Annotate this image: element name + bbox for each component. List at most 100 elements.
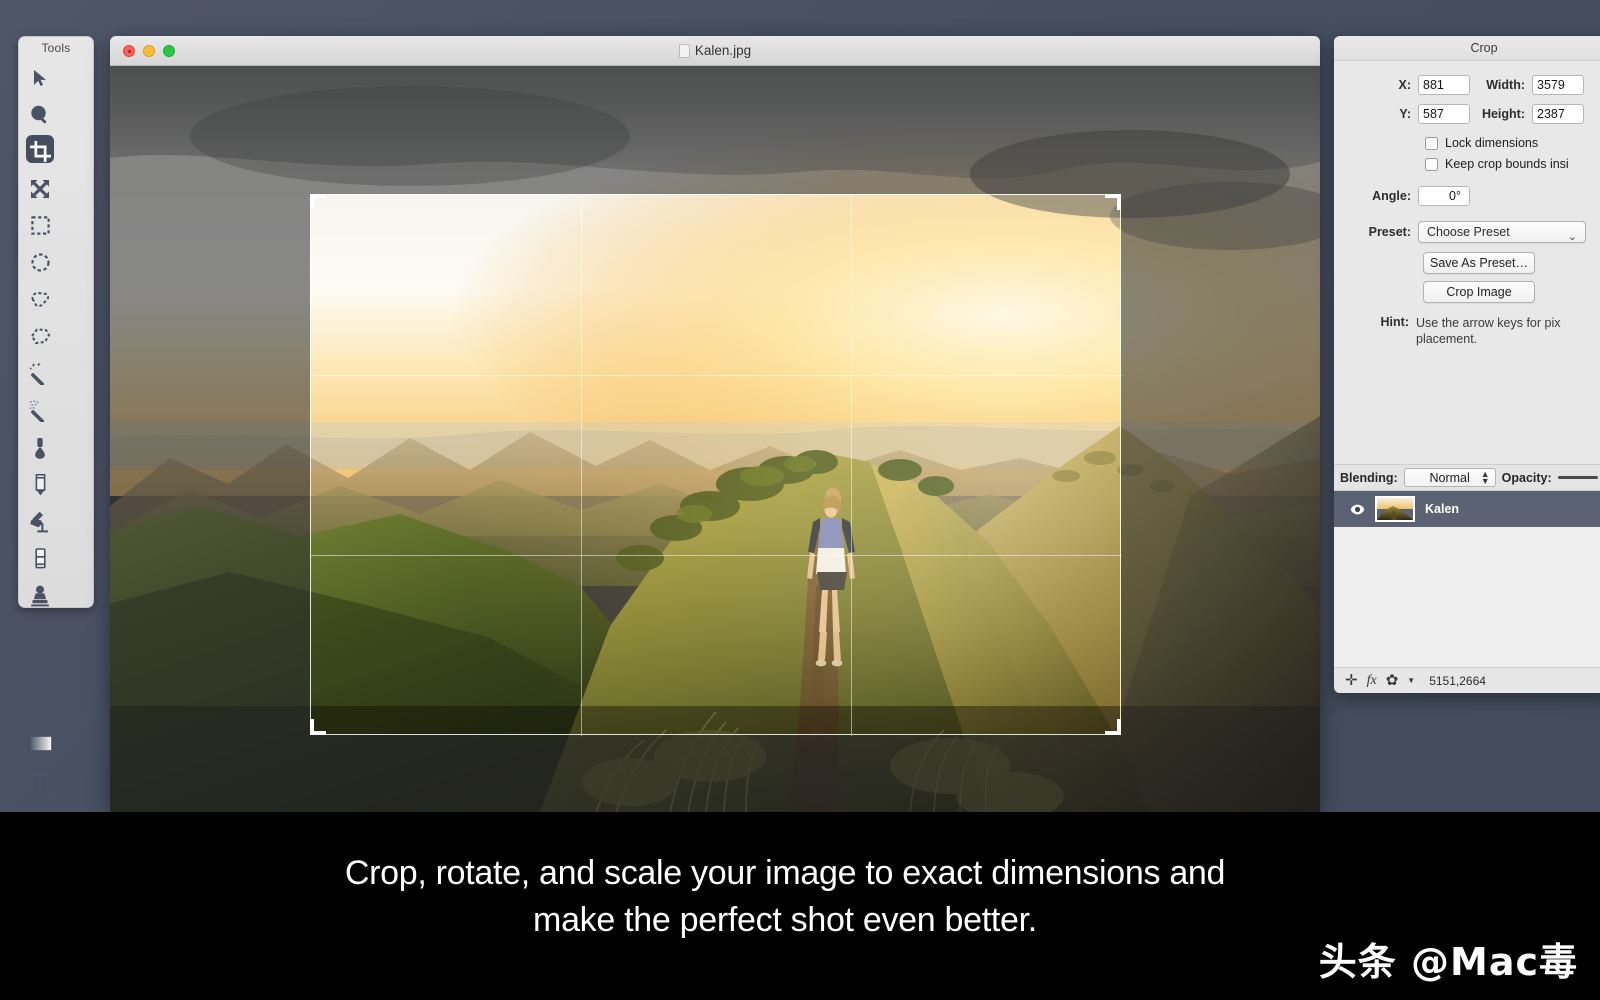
sparkle-wand-icon [29, 400, 51, 422]
preset-row: Preset: Choose Preset ⌄ [1334, 221, 1600, 243]
tool-magic-wand[interactable] [23, 355, 57, 392]
tool-lasso[interactable] [23, 281, 57, 318]
tool-move[interactable] [23, 59, 57, 96]
save-as-preset-button[interactable]: Save As Preset… [1423, 252, 1535, 274]
crop-handle-top-right[interactable] [1117, 194, 1121, 210]
layers-footer-toolbar: ✛ fx ✿ ▼ 5151,2664 [1334, 667, 1600, 693]
caption-text: Crop, rotate, and scale your image to ex… [0, 850, 1570, 944]
tool-crop[interactable] [23, 133, 57, 170]
crop-gridline-horizontal-1 [311, 375, 1122, 376]
blending-mode-value: Normal [1429, 471, 1469, 485]
magnifier-plus-icon [30, 105, 50, 125]
tool-gradient[interactable] [23, 725, 57, 762]
lock-dimensions-checkbox[interactable] [1425, 137, 1438, 150]
inspector-panel: Crop X: Width: Y: Height: Lock dimension… [1334, 36, 1600, 693]
dashed-square-icon [31, 216, 50, 235]
preset-label: Preset: [1334, 225, 1418, 239]
tool-transform[interactable] [23, 170, 57, 207]
crop-handle-top-left[interactable] [310, 194, 314, 210]
crop-gridline-vertical-2 [851, 195, 852, 736]
tool-eraser[interactable] [23, 540, 57, 577]
chevron-down-icon[interactable]: ▼ [1407, 673, 1415, 688]
coordinate-readout: 5151,2664 [1429, 674, 1486, 688]
tool-ellipse-marquee[interactable] [23, 244, 57, 281]
layer-name: Kalen [1425, 502, 1459, 516]
x-input[interactable] [1418, 75, 1470, 95]
tool-clone-stamp[interactable] [23, 577, 57, 614]
droplet-brush-icon [33, 437, 47, 459]
magic-wand-icon [29, 363, 51, 385]
window-title-text: Kalen.jpg [695, 43, 751, 58]
crop-handle-bottom-right[interactable] [1117, 719, 1121, 735]
blending-mode-select[interactable]: Normal ▲▼ [1404, 468, 1496, 487]
lock-dimensions-row[interactable]: Lock dimensions [1334, 136, 1600, 150]
tool-dodge[interactable] [23, 688, 57, 725]
crop-image-button[interactable]: Crop Image [1423, 281, 1535, 303]
stepper-arrows-icon: ▲▼ [1481, 471, 1490, 485]
opacity-label: Opacity: [1502, 471, 1552, 485]
crop-gridline-horizontal-2 [311, 555, 1122, 556]
crop-handle-bottom-left[interactable] [310, 719, 314, 735]
keep-crop-bounds-label: Keep crop bounds insi [1445, 157, 1569, 171]
fx-icon[interactable]: fx [1367, 673, 1377, 688]
tool-retouch[interactable] [23, 429, 57, 466]
arrow-pointer-icon [30, 68, 50, 88]
text-t-icon [30, 770, 50, 792]
tool-zoom[interactable] [23, 96, 57, 133]
plus-icon[interactable]: ✛ [1345, 673, 1358, 688]
tool-pencil[interactable] [23, 466, 57, 503]
paint-bucket-icon [29, 511, 51, 533]
width-input[interactable] [1532, 75, 1584, 95]
angle-label: Angle: [1334, 189, 1418, 203]
image-canvas[interactable] [110, 66, 1320, 812]
keep-crop-bounds-row[interactable]: Keep crop bounds insi [1334, 157, 1600, 171]
tool-blur[interactable] [23, 651, 57, 688]
cloud-icon [28, 661, 52, 679]
y-input[interactable] [1418, 104, 1470, 124]
window-titlebar[interactable]: Kalen.jpg [110, 36, 1320, 66]
crop-icon [30, 141, 51, 162]
window-title: Kalen.jpg [110, 43, 1320, 58]
crop-selection-rectangle[interactable] [310, 194, 1121, 735]
tool-paint-bucket[interactable] [23, 503, 57, 540]
x-label: X: [1334, 78, 1418, 92]
tool-smudge[interactable] [23, 614, 57, 651]
gradient-icon [27, 735, 53, 752]
tool-quick-select[interactable] [23, 392, 57, 429]
tool-polygonal-lasso[interactable] [23, 318, 57, 355]
smudge-icon [27, 624, 53, 642]
clone-stamp-icon [30, 585, 50, 607]
tool-text[interactable] [23, 762, 57, 799]
blending-label: Blending: [1340, 471, 1398, 485]
preset-select-value: Choose Preset [1427, 225, 1510, 239]
layer-row[interactable]: Kalen [1334, 491, 1600, 527]
hint-row: Hint: Use the arrow keys for pix placeme… [1334, 315, 1600, 347]
hint-text: Use the arrow keys for pix placement. [1416, 315, 1600, 347]
crop-y-height-row: Y: Height: [1334, 104, 1600, 124]
document-file-icon [679, 44, 690, 58]
gear-icon[interactable]: ✿ [1386, 673, 1399, 688]
angle-input[interactable]: 0° [1418, 186, 1470, 206]
layer-thumbnail [1375, 496, 1415, 522]
tools-palette-title: Tools [19, 37, 93, 59]
keep-crop-bounds-checkbox[interactable] [1425, 158, 1438, 171]
lock-dimensions-label: Lock dimensions [1445, 136, 1538, 150]
tool-rect-marquee[interactable] [23, 207, 57, 244]
opacity-slider[interactable] [1558, 476, 1598, 479]
document-window: Kalen.jpg [110, 36, 1320, 812]
sun-icon [29, 696, 51, 718]
width-label: Width: [1470, 78, 1532, 92]
eye-visibility-icon[interactable] [1350, 504, 1365, 515]
blending-bar: Blending: Normal ▲▼ Opacity: [1334, 464, 1600, 491]
watermark: 头条 @Mac毒 [1319, 931, 1578, 986]
four-arrows-icon [30, 179, 50, 199]
height-input[interactable] [1532, 104, 1584, 124]
tools-palette: Tools [18, 36, 94, 608]
preset-select[interactable]: Choose Preset ⌄ [1418, 221, 1586, 243]
chevron-down-icon: ⌄ [1568, 227, 1577, 248]
tool-expand-corner [50, 791, 55, 796]
crop-gridline-vertical-1 [581, 195, 582, 736]
dashed-circle-icon [31, 253, 50, 272]
eraser-icon [34, 548, 47, 569]
crop-x-width-row: X: Width: [1334, 75, 1600, 95]
